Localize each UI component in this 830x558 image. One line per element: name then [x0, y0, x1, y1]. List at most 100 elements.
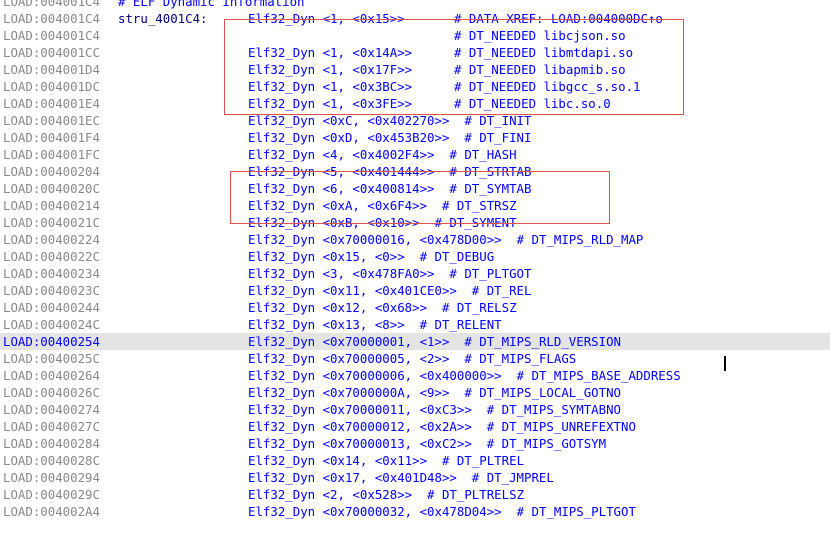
address-label[interactable]: LOAD:004001C4 — [3, 0, 100, 10]
instruction[interactable]: Elf32_Dyn <0x70000005, <2>> # DT_MIPS_FL… — [248, 350, 576, 367]
address-label[interactable]: LOAD:0040026C — [3, 384, 100, 401]
instruction[interactable]: Elf32_Dyn <0x13, <8>> # DT_RELENT — [248, 316, 502, 333]
instruction-operand[interactable]: Elf32_Dyn <0x70000006, <0x400000>> — [248, 368, 502, 383]
address-label[interactable]: LOAD:004001E4 — [3, 95, 100, 112]
instruction-operand[interactable]: Elf32_Dyn <0xC, <0x402270>> — [248, 113, 449, 128]
address-label[interactable]: LOAD:0040020C — [3, 180, 100, 197]
instruction[interactable]: Elf32_Dyn <0xD, <0x453B20>> # DT_FINI — [248, 129, 531, 146]
instruction-comment: # DT_FINI — [464, 130, 532, 145]
address-label[interactable]: LOAD:004001C4 — [3, 10, 100, 27]
instruction-operand[interactable]: Elf32_Dyn <0x70000001, <1>> — [248, 334, 449, 349]
instruction[interactable]: Elf32_Dyn <0x70000006, <0x400000>> # DT_… — [248, 367, 681, 384]
listing-line[interactable]: LOAD:00400274 Elf32_Dyn <0x70000011, <0xC… — [0, 401, 830, 418]
listing-line[interactable]: LOAD:0040029C Elf32_Dyn <2, <0x528>> # DT… — [0, 486, 830, 503]
address-label[interactable]: LOAD:00400294 — [3, 469, 100, 486]
listing-line[interactable]: LOAD:00400264 Elf32_Dyn <0x70000006, <0x4… — [0, 367, 830, 384]
listing-line[interactable]: LOAD:0040025C Elf32_Dyn <0x70000005, <2>>… — [0, 350, 830, 367]
instruction[interactable]: Elf32_Dyn <0x15, <0>> # DT_DEBUG — [248, 248, 494, 265]
listing-line[interactable]: LOAD:0040022C Elf32_Dyn <0x15, <0>> # DT_… — [0, 248, 830, 265]
instruction-operand[interactable]: Elf32_Dyn <0x70000013, <0xC2>> — [248, 436, 472, 451]
instruction-operand[interactable]: Elf32_Dyn <0x13, <8>> — [248, 317, 405, 332]
address-label[interactable]: LOAD:0040029C — [3, 486, 100, 503]
instruction[interactable]: Elf32_Dyn <0x14, <0x11>> # DT_PLTREL — [248, 452, 524, 469]
address-label[interactable]: LOAD:004001CC — [3, 44, 100, 61]
address-label[interactable]: LOAD:0040027C — [3, 418, 100, 435]
instruction-operand[interactable]: Elf32_Dyn <4, <0x4002F4>> — [248, 147, 435, 162]
instruction[interactable]: Elf32_Dyn <0x70000013, <0xC2>> # DT_MIPS… — [248, 435, 606, 452]
address-label[interactable]: LOAD:0040025C — [3, 350, 100, 367]
address-label[interactable]: LOAD:0040022C — [3, 248, 100, 265]
instruction-operand[interactable]: Elf32_Dyn <0x70000005, <2>> — [248, 351, 449, 366]
listing-line[interactable]: LOAD:00400244 Elf32_Dyn <0x12, <0x68>> # … — [0, 299, 830, 316]
instruction[interactable]: Elf32_Dyn <4, <0x4002F4>> # DT_HASH — [248, 146, 517, 163]
address-label[interactable]: LOAD:0040028C — [3, 452, 100, 469]
address-label[interactable]: LOAD:00400244 — [3, 299, 100, 316]
address-label[interactable]: LOAD:00400284 — [3, 435, 100, 452]
address-label[interactable]: LOAD:004001FC — [3, 146, 100, 163]
address-label[interactable]: LOAD:0040024C — [3, 316, 100, 333]
address-label[interactable]: LOAD:00400224 — [3, 231, 100, 248]
listing-line[interactable]: LOAD:0040023C Elf32_Dyn <0x11, <0x401CE0>… — [0, 282, 830, 299]
listing-line-current[interactable]: LOAD:00400254 Elf32_Dyn <0x70000001, <1>>… — [0, 333, 830, 350]
address-label[interactable]: LOAD:004001D4 — [3, 61, 100, 78]
listing-line[interactable]: LOAD:00400234 Elf32_Dyn <3, <0x478FA0>> #… — [0, 265, 830, 282]
instruction[interactable]: Elf32_Dyn <0x70000032, <0x478D04>> # DT_… — [248, 503, 636, 520]
instruction[interactable]: Elf32_Dyn <0x70000011, <0xC3>> # DT_MIPS… — [248, 401, 621, 418]
listing-line[interactable]: LOAD:0040026C Elf32_Dyn <0x7000000A, <9>>… — [0, 384, 830, 401]
instruction-operand[interactable]: Elf32_Dyn <0x7000000A, <9>> — [248, 385, 449, 400]
instruction-comment: # DT_DEBUG — [419, 249, 495, 264]
address-label[interactable]: LOAD:00400254 — [3, 333, 100, 350]
listing-line[interactable]: LOAD:004002A4 Elf32_Dyn <0x70000032, <0x4… — [0, 503, 830, 520]
address-label[interactable]: LOAD:00400204 — [3, 163, 100, 180]
listing-line[interactable]: LOAD:00400294 Elf32_Dyn <0x17, <0x401D48>… — [0, 469, 830, 486]
instruction[interactable]: Elf32_Dyn <3, <0x478FA0>> # DT_PLTGOT — [248, 265, 531, 282]
listing-line[interactable]: LOAD:004001F4 Elf32_Dyn <0xD, <0x453B20>>… — [0, 129, 830, 146]
instruction-comment: # DT_MIPS_FLAGS — [464, 351, 577, 366]
listing-line[interactable]: LOAD:00400224 Elf32_Dyn <0x70000016, <0x4… — [0, 231, 830, 248]
instruction[interactable]: Elf32_Dyn <0x12, <0x68>> # DT_RELSZ — [248, 299, 517, 316]
instruction-operand[interactable]: Elf32_Dyn <0x14, <0x11>> — [248, 453, 427, 468]
address-label[interactable]: LOAD:00400214 — [3, 197, 100, 214]
address-label[interactable]: LOAD:0040021C — [3, 214, 100, 231]
instruction-operand[interactable]: Elf32_Dyn <0x70000032, <0x478D04>> — [248, 504, 502, 519]
instruction-comment: # DT_MIPS_UNREFEXTNO — [486, 419, 636, 434]
instruction-operand[interactable]: Elf32_Dyn <0x12, <0x68>> — [248, 300, 427, 315]
instruction-operand[interactable]: Elf32_Dyn <2, <0x528>> — [248, 487, 412, 502]
address-label[interactable]: LOAD:0040023C — [3, 282, 100, 299]
address-label[interactable]: LOAD:00400274 — [3, 401, 100, 418]
dt-needed-highlight-box — [224, 19, 684, 115]
listing-line[interactable]: LOAD:0040028C Elf32_Dyn <0x14, <0x11>> # … — [0, 452, 830, 469]
instruction-operand[interactable]: Elf32_Dyn <0x70000011, <0xC3>> — [248, 402, 472, 417]
address-label[interactable]: LOAD:00400234 — [3, 265, 100, 282]
instruction[interactable]: Elf32_Dyn <0x70000016, <0x478D00>> # DT_… — [248, 231, 643, 248]
instruction-comment: # DT_MIPS_GOTSYM — [486, 436, 607, 451]
instruction-operand[interactable]: Elf32_Dyn <0x15, <0>> — [248, 249, 405, 264]
address-label[interactable]: LOAD:004001F4 — [3, 129, 100, 146]
address-label[interactable]: LOAD:00400264 — [3, 367, 100, 384]
instruction-comment: # DT_MIPS_SYMTABNO — [486, 402, 621, 417]
address-label[interactable]: LOAD:004001EC — [3, 112, 100, 129]
instruction[interactable]: Elf32_Dyn <0x70000001, <1>> # DT_MIPS_RL… — [248, 333, 621, 350]
instruction[interactable]: Elf32_Dyn <0x7000000A, <9>> # DT_MIPS_LO… — [248, 384, 621, 401]
listing-line[interactable]: LOAD:004001C4 # ELF Dynamic Information — [0, 0, 830, 10]
instruction[interactable]: Elf32_Dyn <2, <0x528>> # DT_PLTRELSZ — [248, 486, 524, 503]
address-label[interactable]: LOAD:004002A4 — [3, 503, 100, 520]
instruction-comment: # DT_REL — [471, 283, 532, 298]
struct-label[interactable]: stru_4001C4: — [118, 10, 208, 27]
listing-line[interactable]: LOAD:004001FC Elf32_Dyn <4, <0x4002F4>> #… — [0, 146, 830, 163]
instruction[interactable]: Elf32_Dyn <0x70000012, <0x2A>> # DT_MIPS… — [248, 418, 636, 435]
instruction-operand[interactable]: Elf32_Dyn <0x70000016, <0x478D00>> — [248, 232, 502, 247]
instruction-operand[interactable]: Elf32_Dyn <0xD, <0x453B20>> — [248, 130, 449, 145]
instruction[interactable]: Elf32_Dyn <0x17, <0x401D48>> # DT_JMPREL — [248, 469, 554, 486]
listing-line[interactable]: LOAD:0040027C Elf32_Dyn <0x70000012, <0x2… — [0, 418, 830, 435]
instruction[interactable]: Elf32_Dyn <0x11, <0x401CE0>> # DT_REL — [248, 282, 531, 299]
instruction-operand[interactable]: Elf32_Dyn <0x17, <0x401D48>> — [248, 470, 457, 485]
instruction-comment: # DT_JMPREL — [471, 470, 554, 485]
address-label[interactable]: LOAD:004001DC — [3, 78, 100, 95]
instruction-operand[interactable]: Elf32_Dyn <0x70000012, <0x2A>> — [248, 419, 472, 434]
instruction-operand[interactable]: Elf32_Dyn <0x11, <0x401CE0>> — [248, 283, 457, 298]
listing-line[interactable]: LOAD:00400284 Elf32_Dyn <0x70000013, <0xC… — [0, 435, 830, 452]
address-label[interactable]: LOAD:004001C4 — [3, 27, 100, 44]
listing-line[interactable]: LOAD:0040024C Elf32_Dyn <0x13, <8>> # DT_… — [0, 316, 830, 333]
instruction-operand[interactable]: Elf32_Dyn <3, <0x478FA0>> — [248, 266, 435, 281]
